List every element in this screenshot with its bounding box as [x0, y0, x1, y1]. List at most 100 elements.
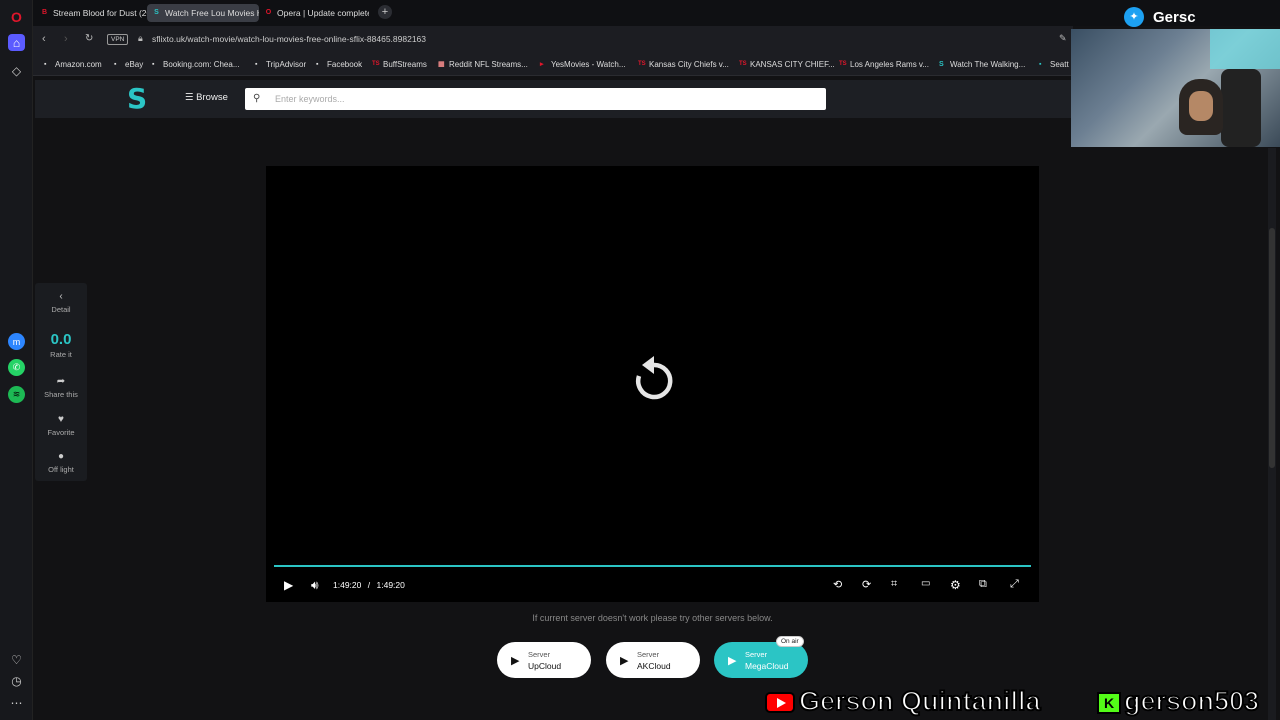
bookmark-yesmovies[interactable]: ▸ YesMovies - Watch...: [540, 60, 626, 69]
spotify-icon[interactable]: ≋: [8, 386, 25, 403]
bookmark-seatt[interactable]: ▪ Seatt: [1039, 60, 1069, 69]
server-name: UpCloud: [528, 661, 562, 671]
whatsapp-icon[interactable]: ✆: [8, 359, 25, 376]
site-logo[interactable]: S: [127, 85, 153, 113]
server-label: Server: [528, 650, 551, 659]
page-scrollbar[interactable]: [1268, 148, 1276, 720]
reload-icon[interactable]: ↻: [85, 33, 93, 44]
forward-10-icon[interactable]: ⟳: [862, 578, 871, 591]
bookmark-icon: ▪: [316, 61, 319, 68]
off-light-label: Off light: [48, 465, 74, 474]
bookmark-icon: ▸: [540, 61, 544, 68]
tab-favicon-icon: O: [265, 9, 272, 16]
bookmark-label: Amazon.com: [55, 60, 102, 69]
lock-icon[interactable]: 🔒︎: [138, 33, 143, 44]
address-bar-row: ‹ › ↻ VPN 🔒︎ sflixto.uk/watch-movie/watc…: [33, 26, 1073, 54]
webcam-light: [1210, 29, 1280, 69]
heart-icon: ♥: [58, 414, 64, 425]
bookmark-icon: ▪: [255, 61, 258, 68]
share-icon: ➦: [56, 376, 66, 387]
youtube-name: Gerson Quintanilla: [798, 685, 1042, 717]
play-icon[interactable]: ▶: [284, 578, 293, 592]
bookmark-label: KANSAS CITY CHIEF...: [750, 60, 835, 69]
bookmark-la-rams[interactable]: TS Los Angeles Rams v...: [839, 60, 929, 69]
off-light-button[interactable]: ● Off light: [35, 451, 87, 474]
cast-icon[interactable]: ⌗: [891, 578, 897, 591]
server-akcloud-button[interactable]: ▶ Server AKCloud: [606, 642, 700, 678]
scrollbar-thumb[interactable]: [1269, 228, 1275, 468]
rewind-10-icon[interactable]: ⟲: [833, 578, 842, 591]
volume-icon[interactable]: 🔊︎: [311, 578, 319, 593]
tab-favicon-icon: B: [41, 9, 48, 16]
webcam-overlay: [1071, 29, 1280, 147]
bookmark-reddit-nfl[interactable]: ▦ Reddit NFL Streams...: [438, 60, 528, 69]
bookmark-facebook[interactable]: ▪ Facebook: [316, 60, 362, 69]
new-tab-button[interactable]: +: [378, 5, 392, 19]
bookmark-buffstreams[interactable]: TS BuffStreams: [372, 60, 427, 69]
server-megacloud-button[interactable]: ▶ Server MegaCloud On air: [714, 636, 808, 678]
site-header: S ☰ Browse ⚲: [35, 80, 1071, 118]
tab-lou-movie[interactable]: S Watch Free Lou Movies H: [147, 4, 259, 22]
share-button[interactable]: ➦ Share this: [35, 376, 87, 399]
tab-label: Opera | Update complete: [277, 8, 369, 18]
bookmark-icon: TS: [638, 61, 646, 67]
time-display: 1:49:20 / 1:49:20: [333, 580, 405, 590]
home-icon[interactable]: ⌂: [8, 34, 25, 51]
heart-icon[interactable]: ♡: [8, 651, 25, 668]
current-time: 1:49:20: [333, 580, 362, 590]
twitter-overlay: ✦ Gersc: [1120, 5, 1280, 29]
play-icon: ▶: [511, 655, 520, 667]
server-upcloud-button[interactable]: ▶ Server UpCloud: [497, 642, 591, 678]
tab-blood-for-dust[interactable]: B Stream Blood for Dust (20: [35, 4, 147, 22]
fullscreen-icon[interactable]: ⤢: [1010, 578, 1019, 591]
browse-label: Browse: [196, 92, 228, 103]
tab-label: Stream Blood for Dust (20: [53, 8, 147, 18]
bookmark-label: Booking.com: Chea...: [163, 60, 240, 69]
rate-button[interactable]: 0.0 Rate it: [35, 331, 87, 359]
bookmark-ebay[interactable]: ▪ eBay: [114, 60, 143, 69]
share-label: Share this: [44, 390, 78, 399]
messenger-icon[interactable]: m: [8, 333, 25, 350]
bookmark-label: eBay: [125, 60, 144, 69]
vpn-badge[interactable]: VPN: [107, 34, 129, 45]
kick-logo-icon: K: [1097, 692, 1121, 714]
bookmarks-bar: ▪ Amazon.com ▪ eBay ▪ Booking.com: Chea... …: [33, 54, 1073, 76]
captions-icon[interactable]: ▭: [921, 578, 930, 589]
history-icon[interactable]: ◷: [8, 672, 25, 689]
tab-opera-update[interactable]: O Opera | Update complete: [259, 4, 369, 22]
server-name: MegaCloud: [745, 661, 789, 671]
more-icon[interactable]: ⋯: [8, 694, 25, 711]
bookmark-label: Kansas City Chiefs v...: [649, 60, 729, 69]
movie-action-panel: ‹ Detail 0.0 Rate it ➦ Share this ♥ Favo…: [35, 283, 87, 481]
bulb-icon: ●: [57, 451, 65, 462]
video-progress-bar[interactable]: [274, 565, 1031, 567]
search-input[interactable]: [275, 91, 815, 107]
search-icon[interactable]: ⚲: [253, 93, 260, 104]
edit-icon[interactable]: ✎: [1059, 33, 1067, 44]
bookmark-walking-dead[interactable]: S Watch The Walking...: [939, 60, 1025, 69]
bookmark-kc-chiefs-1[interactable]: TS Kansas City Chiefs v...: [638, 60, 729, 69]
bookmark-icon: TS: [839, 61, 847, 67]
tab-favicon-icon: S: [154, 9, 159, 16]
bookmark-label: Facebook: [327, 60, 363, 69]
bookmark-kc-chiefs-2[interactable]: TS KANSAS CITY CHIEF...: [739, 60, 835, 69]
favorite-label: Favorite: [47, 428, 75, 437]
diamond-icon[interactable]: ◇: [8, 62, 25, 79]
detail-button[interactable]: ‹ Detail: [35, 291, 87, 314]
back-icon[interactable]: ‹: [42, 33, 46, 45]
twitter-name: Gersc: [1153, 9, 1196, 26]
browse-button[interactable]: ☰ Browse: [185, 92, 228, 103]
bookmark-label: YesMovies - Watch...: [551, 60, 626, 69]
bookmark-amazon[interactable]: ▪ Amazon.com: [44, 60, 102, 69]
forward-icon[interactable]: ›: [64, 33, 68, 45]
opera-logo-icon[interactable]: O: [8, 8, 25, 25]
url-field[interactable]: sflixto.uk/watch-movie/watch-lou-movies-…: [152, 34, 426, 44]
webcam-face: [1189, 91, 1213, 121]
replay-icon[interactable]: [632, 356, 676, 404]
favorite-button[interactable]: ♥ Favorite: [35, 414, 87, 437]
pip-icon[interactable]: ⧉: [979, 578, 987, 591]
settings-icon[interactable]: ⚙: [950, 578, 961, 592]
tab-label: Watch Free Lou Movies H: [165, 8, 259, 18]
bookmark-tripadvisor[interactable]: ▪ TripAdvisor: [255, 60, 306, 69]
bookmark-booking[interactable]: ▪ Booking.com: Chea...: [152, 60, 239, 69]
